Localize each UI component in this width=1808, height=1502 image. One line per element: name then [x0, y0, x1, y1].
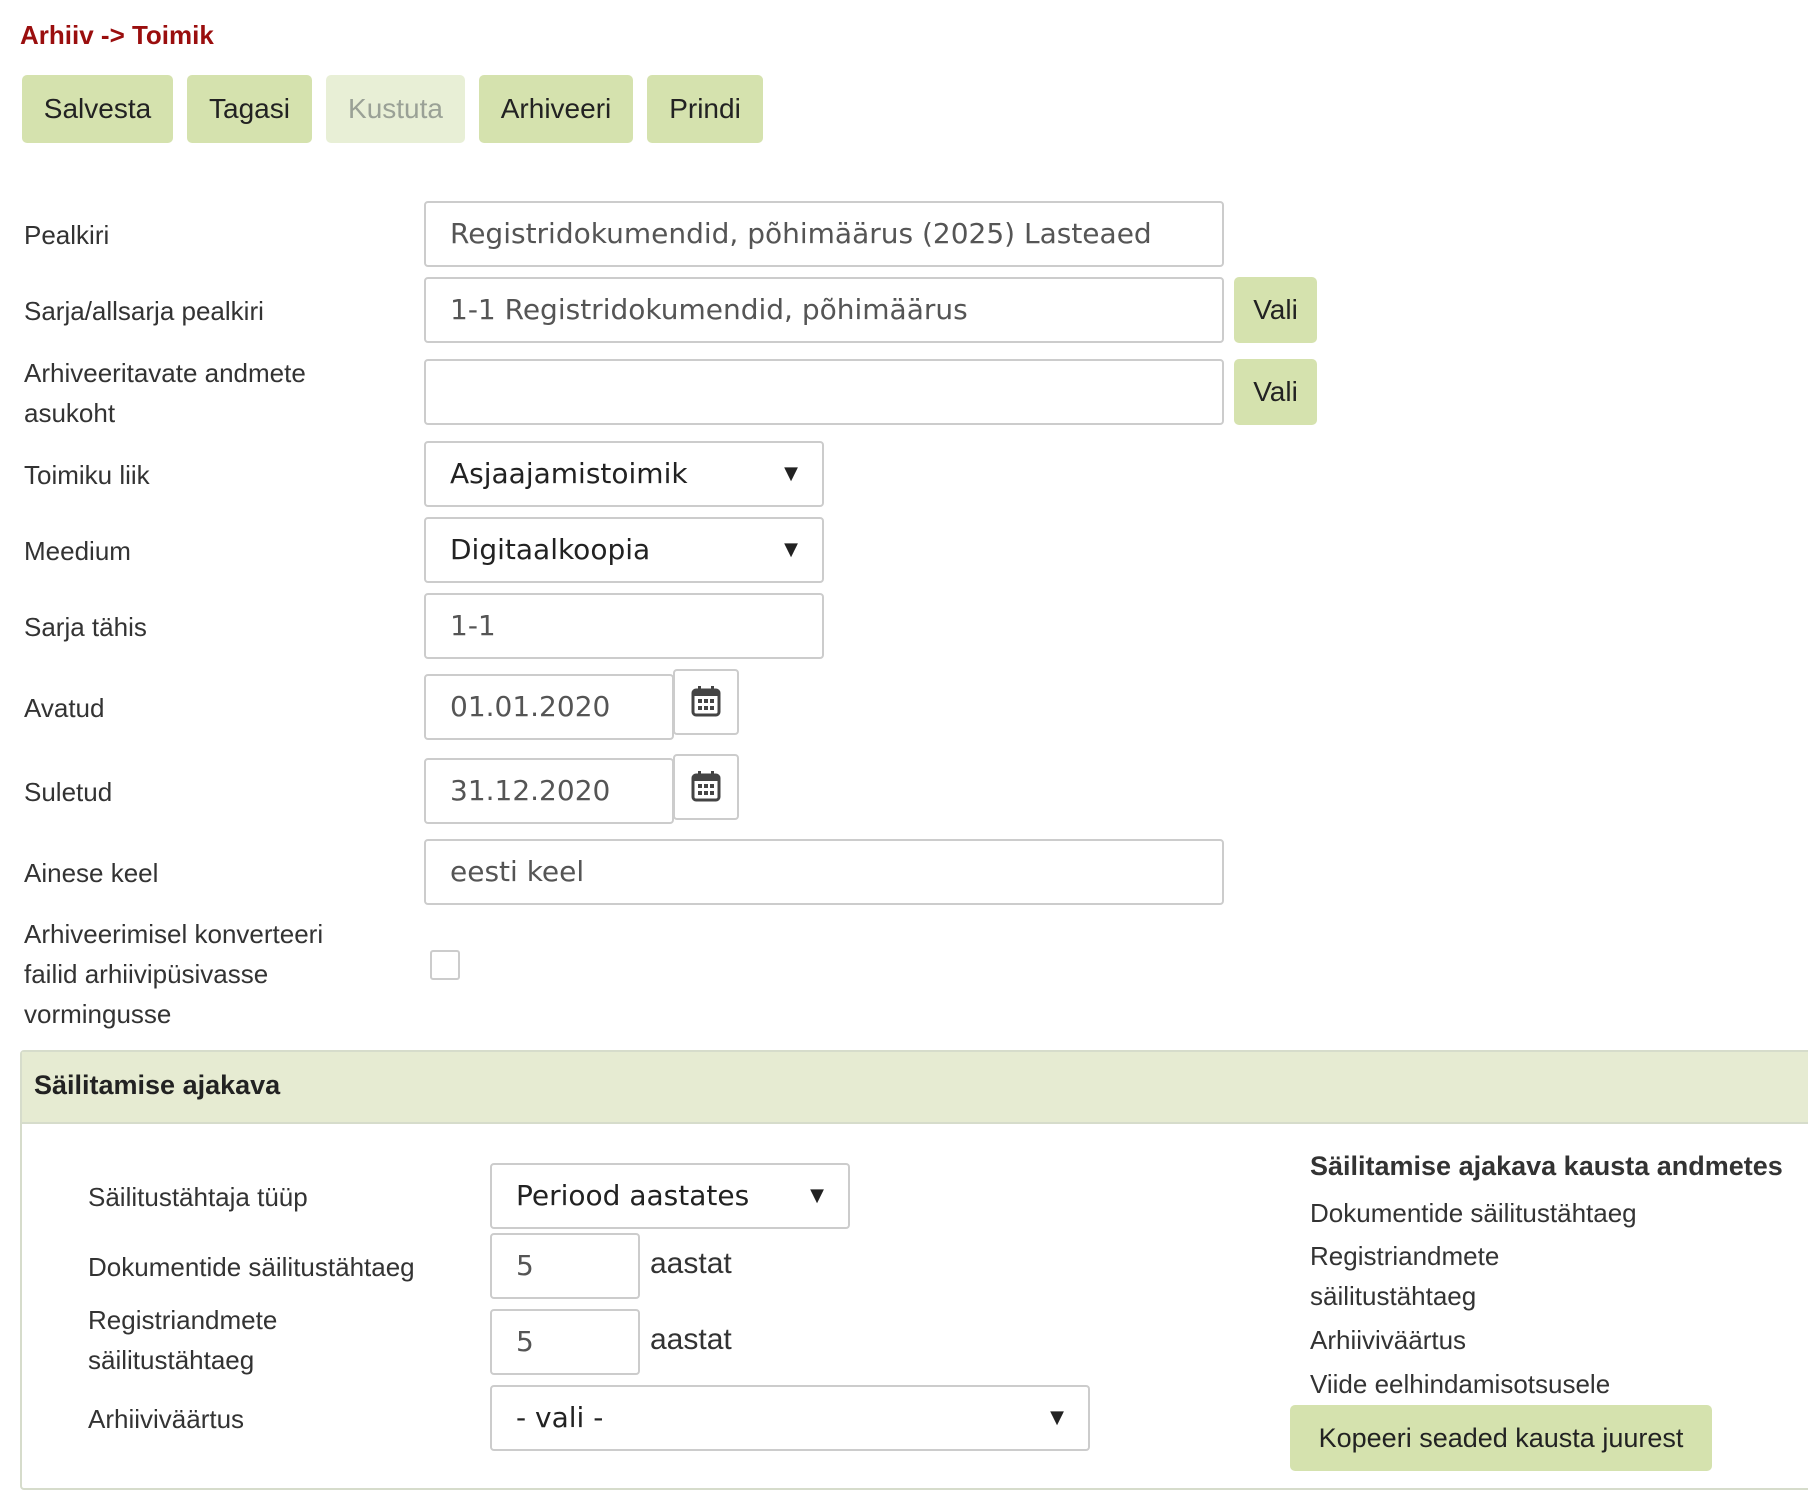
folder-reg-retention-line2: säilitustähtaeg	[1310, 1281, 1477, 1311]
convert-checkbox[interactable]	[430, 950, 460, 980]
period-type-value: Periood aastates	[516, 1179, 750, 1212]
series-title-input[interactable]: 1-1 Registridokumendid, põhimäärus	[424, 277, 1224, 343]
language-input[interactable]: eesti keel	[424, 839, 1224, 905]
archival-value-label: Arhiiviväärtus	[88, 1404, 245, 1434]
folder-reference: Viide eelhindamisotsusele	[1310, 1369, 1611, 1399]
opened-label: Avatud	[24, 693, 105, 723]
chevron-down-icon: ▼	[810, 1185, 824, 1206]
choose-series-button[interactable]: Vali	[1234, 277, 1317, 343]
medium-label: Meedium	[24, 536, 131, 566]
reg-retention-input[interactable]: 5	[490, 1309, 640, 1375]
print-button[interactable]: Prindi	[647, 75, 763, 143]
retention-panel-title: Säilitamise ajakava	[34, 1070, 281, 1100]
calendar-icon	[691, 686, 721, 717]
closed-calendar-button[interactable]	[673, 754, 739, 820]
folder-archival-value: Arhiiviväärtus	[1310, 1325, 1467, 1355]
closed-date-input[interactable]: 31.12.2020	[424, 758, 674, 824]
reg-retention-label-line1: Registriandmete	[88, 1305, 278, 1335]
type-select[interactable]: Asjaajamistoimik ▼	[424, 441, 824, 507]
archive-button[interactable]: Arhiveeri	[479, 75, 633, 143]
folder-retention-title: Säilitamise ajakava kausta andmetes	[1310, 1151, 1783, 1181]
doc-retention-input[interactable]: 5	[490, 1233, 640, 1299]
medium-select-value: Digitaalkoopia	[450, 533, 651, 566]
folder-reg-retention-line1: Registriandmete	[1310, 1241, 1500, 1271]
reg-retention-label-line2: säilitustähtaeg	[88, 1345, 255, 1375]
opened-calendar-button[interactable]	[673, 669, 739, 735]
convert-label-line3: vormingusse	[24, 999, 172, 1029]
location-label-line1: Arhiveeritavate andmete	[24, 358, 306, 388]
retention-panel-header: Säilitamise ajakava	[22, 1052, 1808, 1124]
period-type-select[interactable]: Periood aastates ▼	[490, 1163, 850, 1229]
convert-label-line2: failid arhiivipüsivasse	[24, 959, 269, 989]
medium-select[interactable]: Digitaalkoopia ▼	[424, 517, 824, 583]
doc-retention-label: Dokumentide säilitustähtaeg	[88, 1252, 415, 1282]
location-input[interactable]	[424, 359, 1224, 425]
series-code-label: Sarja tähis	[24, 612, 147, 642]
type-select-value: Asjaajamistoimik	[450, 457, 688, 490]
convert-label-line1: Arhiveerimisel konverteeri	[24, 919, 324, 949]
opened-date-input[interactable]: 01.01.2020	[424, 674, 674, 740]
choose-location-button[interactable]: Vali	[1234, 359, 1317, 425]
title-label: Pealkiri	[24, 220, 110, 250]
type-label: Toimiku liik	[24, 460, 150, 490]
series-code-input[interactable]: 1-1	[424, 593, 824, 659]
delete-button: Kustuta	[326, 75, 465, 143]
copy-folder-settings-button[interactable]: Kopeeri seaded kausta juurest	[1290, 1405, 1712, 1471]
series-title-label: Sarja/allsarja pealkiri	[24, 296, 264, 326]
location-label-line2: asukoht	[24, 398, 116, 428]
calendar-icon	[691, 771, 721, 802]
title-input[interactable]: Registridokumendid, põhimäärus (2025) La…	[424, 201, 1224, 267]
closed-label: Suletud	[24, 777, 113, 807]
chevron-down-icon: ▼	[784, 463, 798, 484]
language-label: Ainese keel	[24, 858, 159, 888]
retention-panel: Säilitamise ajakava Säilitustähtaja tüüp…	[20, 1050, 1808, 1490]
chevron-down-icon: ▼	[784, 539, 798, 560]
archival-value-value: - vali -	[516, 1401, 604, 1434]
breadcrumb: Arhiiv -> Toimik	[20, 20, 214, 50]
period-type-label: Säilitustähtaja tüüp	[88, 1182, 308, 1212]
archival-value-select[interactable]: - vali - ▼	[490, 1385, 1090, 1451]
back-button[interactable]: Tagasi	[187, 75, 312, 143]
save-button[interactable]: Salvesta	[22, 75, 173, 143]
chevron-down-icon: ▼	[1050, 1407, 1064, 1428]
reg-retention-unit: aastat	[650, 1323, 732, 1356]
doc-retention-unit: aastat	[650, 1247, 732, 1280]
folder-doc-retention: Dokumentide säilitustähtaeg	[1310, 1198, 1637, 1228]
